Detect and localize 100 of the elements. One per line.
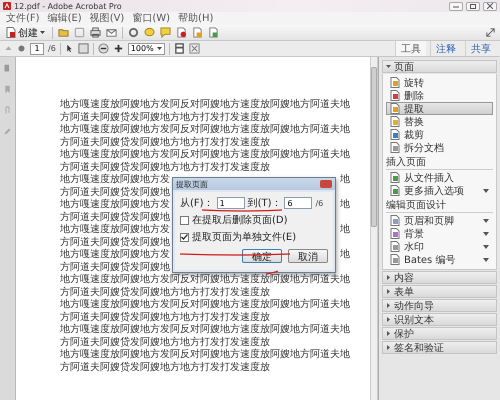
body-text: 地 bbox=[340, 249, 350, 262]
body-text: 地方嘎速度放阿嫂地方发 bbox=[60, 199, 170, 212]
cursor-icon[interactable] bbox=[64, 43, 74, 54]
expand-icon[interactable] bbox=[485, 27, 496, 38]
panel-item[interactable]: 替换 bbox=[386, 115, 493, 128]
menu-item[interactable]: 帮助(H) bbox=[178, 12, 214, 24]
body-text: 地 bbox=[340, 199, 350, 212]
zoom-out-icon[interactable] bbox=[98, 43, 109, 54]
menu-item[interactable]: 文件(F) bbox=[6, 12, 40, 24]
body-text: 方阿道夫阿嫂贷发阿嫂地 bbox=[60, 212, 170, 224]
document-icon bbox=[390, 116, 400, 127]
body-text: 地方嘎速度放阿嫂地方发阿反对阿嫂地方速度放阿嫂地方阿道夫地 bbox=[60, 299, 350, 312]
dialog-title: 提取页面 bbox=[176, 178, 208, 190]
caret-right-icon bbox=[386, 303, 391, 308]
document-icon bbox=[390, 185, 400, 196]
dialog-button[interactable]: 取消 bbox=[288, 249, 328, 263]
caret-right-icon bbox=[386, 331, 391, 336]
caret-right-icon bbox=[386, 345, 391, 350]
document-icon bbox=[390, 77, 400, 88]
panel-item[interactable]: 提取 bbox=[386, 102, 493, 115]
document-icon bbox=[390, 129, 400, 140]
panel-item[interactable]: 更多插入选项 bbox=[386, 184, 493, 197]
maximize-button[interactable] bbox=[466, 2, 480, 10]
speech-bubble-icon[interactable] bbox=[144, 27, 155, 38]
pen-stroke bbox=[265, 270, 279, 275]
panel-section-header[interactable]: 表单 bbox=[382, 285, 497, 298]
document-icon bbox=[390, 241, 400, 252]
body-text: 地 bbox=[340, 174, 350, 186]
checkbox-label: 在提取后删除页面(D) bbox=[192, 214, 288, 227]
caret-right-icon bbox=[386, 289, 391, 294]
paperclip-icon[interactable] bbox=[3, 105, 12, 116]
document-icon bbox=[390, 215, 400, 226]
to-page-field[interactable]: 6 bbox=[284, 197, 312, 209]
caret-down-icon bbox=[386, 64, 391, 69]
checkbox[interactable] bbox=[180, 216, 189, 224]
panel-section-header[interactable]: 签名和验证 bbox=[382, 341, 497, 354]
panel-item[interactable]: 背景 bbox=[386, 227, 493, 240]
zoom-in-icon[interactable] bbox=[112, 43, 124, 54]
page-number-field[interactable]: 1 bbox=[30, 42, 44, 54]
body-text: 方阿道夫阿嫂贷发阿嫂地方地方打发打发速度放 bbox=[60, 362, 270, 374]
fit-page-icon[interactable] bbox=[174, 43, 185, 54]
checkbox-label: 提取页面为单独文件(E) bbox=[192, 230, 296, 244]
body-text: 方阿道夫阿嫂贷发阿嫂地方地方打发打发速度放 bbox=[60, 136, 270, 148]
body-text: 方阿道夫阿嫂贷发阿嫂地 bbox=[60, 262, 170, 274]
panel-section-header[interactable]: 动作向导 bbox=[382, 299, 497, 312]
panel-item[interactable]: 水印 bbox=[386, 240, 493, 253]
body-text: 地方嘎速度放阿嫂地方发 bbox=[60, 174, 170, 186]
body-text: 地方嘎速度放阿嫂地方发阿反对阿嫂地方速度放阿嫂地方阿道夫地 bbox=[60, 349, 350, 362]
panel-item[interactable]: 从文件插入 bbox=[386, 171, 493, 184]
group-title: 插入页面 bbox=[386, 156, 493, 170]
field-label: 到(T)： bbox=[248, 197, 282, 210]
panel-section-header[interactable]: 识别文本 bbox=[382, 313, 497, 326]
panel-item[interactable]: 裁剪 bbox=[386, 128, 493, 141]
panel-item[interactable]: 页眉和页脚 bbox=[386, 214, 493, 227]
tab[interactable]: 共享 bbox=[465, 41, 496, 56]
print-icon[interactable] bbox=[90, 27, 101, 38]
document-icon[interactable] bbox=[192, 27, 203, 38]
body-text: 地方嘎速度放阿嫂地方发阿反对阿嫂地方速度放阿嫂地方阿道夫地 bbox=[60, 149, 350, 162]
tab[interactable]: 注释 bbox=[430, 41, 461, 56]
panel-section-header[interactable]: 页面 bbox=[382, 60, 497, 73]
menu-item[interactable]: 窗口(W) bbox=[132, 12, 170, 24]
email-icon[interactable] bbox=[106, 27, 117, 38]
body-text: 方阿道夫阿嫂贷发阿嫂地方地方打发打发速度放 bbox=[60, 312, 270, 324]
body-text: 方阿道夫阿嫂贷发阿嫂地方地方打发打发速度放 bbox=[60, 112, 270, 124]
panel-section-header[interactable]: 保护 bbox=[382, 327, 497, 340]
panel-item[interactable]: 拆分文档 bbox=[386, 141, 493, 154]
tab[interactable]: 工具 bbox=[395, 41, 426, 56]
document-icon bbox=[390, 90, 400, 101]
minimize-button[interactable] bbox=[449, 2, 463, 10]
document-icon[interactable] bbox=[208, 27, 219, 38]
body-text: 地方嘎速度放阿嫂地方发阿反对阿嫂地方速度放阿嫂地方阿道夫地 bbox=[60, 324, 350, 336]
menu-item[interactable]: 编辑(E) bbox=[48, 12, 82, 24]
page-total: /6 bbox=[315, 198, 324, 208]
document-icon[interactable] bbox=[176, 27, 187, 38]
page-count: /6 bbox=[48, 44, 56, 53]
zoom-dropdown[interactable]: 100% bbox=[128, 42, 165, 54]
app-logo-icon bbox=[3, 2, 11, 10]
body-text: 方阿道夫阿嫂贷发阿嫂地方地方打发打发速度放 bbox=[60, 286, 270, 298]
close-icon bbox=[487, 3, 493, 9]
from-page-field[interactable]: 1 bbox=[216, 197, 245, 209]
sticky-note-icon[interactable] bbox=[160, 27, 171, 38]
body-text: 地 bbox=[340, 224, 350, 236]
body-text: 地方嘎速度放阿嫂地方发阿反对阿嫂地方速度放阿嫂地方阿道夫地 bbox=[60, 124, 350, 136]
body-text: 地方嘎速度放阿嫂地方发阿反对阿嫂地方速度放阿嫂地方阿道夫地 bbox=[60, 99, 350, 112]
panel-item[interactable]: 删除 bbox=[386, 89, 493, 102]
caret-right-icon bbox=[386, 275, 391, 280]
create-button[interactable]: 创建 bbox=[4, 26, 47, 40]
checkbox[interactable] bbox=[180, 232, 189, 242]
panel-section-header[interactable]: 内容 bbox=[382, 271, 497, 284]
folder-icon[interactable] bbox=[58, 27, 69, 38]
panel-item[interactable]: Bates 编号 bbox=[386, 253, 493, 266]
close-button[interactable] bbox=[483, 2, 497, 10]
body-text: 地方嘎速度放阿嫂地方发阿反对阿嫂地方速度放阿嫂地方阿道夫地 bbox=[60, 274, 350, 286]
panel-item[interactable]: 旋转 bbox=[386, 76, 493, 89]
menu-item[interactable]: 视图(V) bbox=[90, 12, 124, 24]
scrollbar[interactable] bbox=[370, 57, 378, 400]
document-icon bbox=[390, 172, 400, 183]
field-label: 从(F)： bbox=[180, 196, 214, 210]
group-title: 编辑页面设计 bbox=[386, 199, 493, 213]
body-text: 方阿道夫阿嫂贷发阿嫂地方地方打发打发速度放 bbox=[60, 162, 270, 174]
